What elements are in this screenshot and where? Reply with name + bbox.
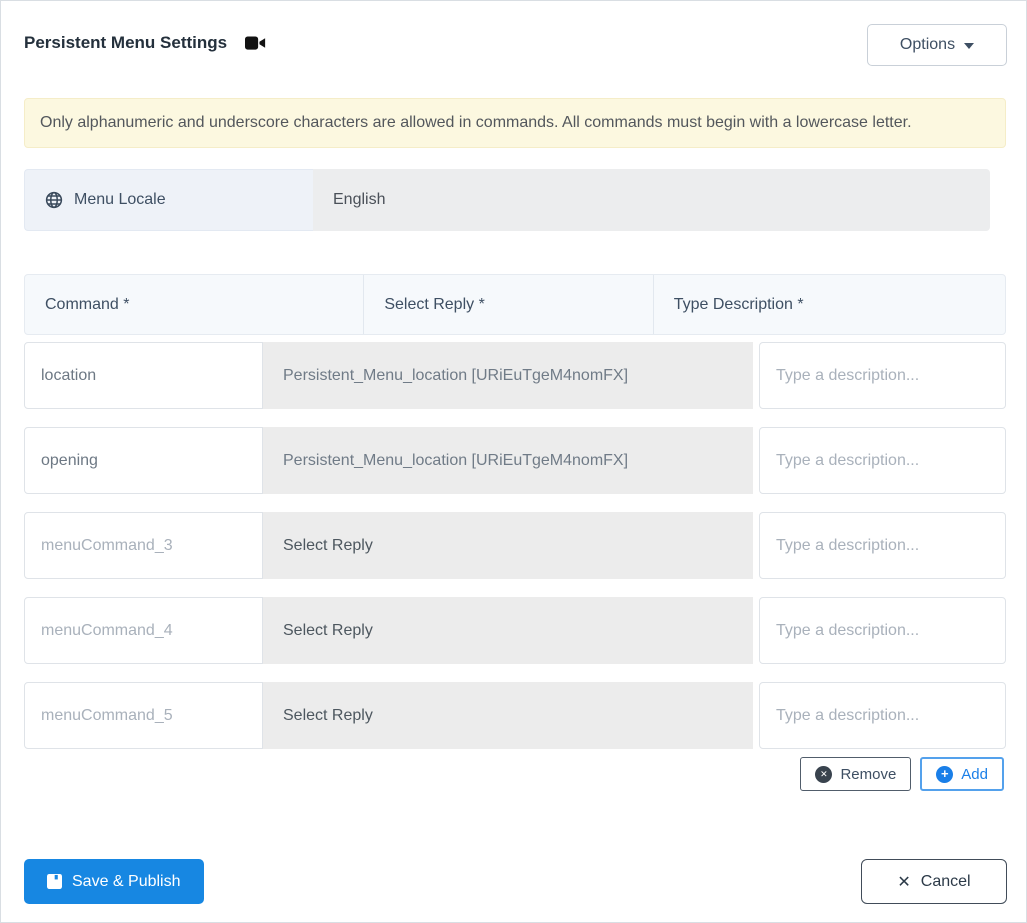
- globe-icon: [45, 191, 63, 209]
- row-actions: ✕ Remove + Add: [1, 757, 1004, 791]
- reply-select[interactable]: Persistent_Menu_location [URiEuTgeM4nomF…: [263, 427, 753, 494]
- reply-select[interactable]: Select Reply: [263, 682, 753, 749]
- command-input[interactable]: [24, 512, 263, 579]
- options-button[interactable]: Options: [867, 24, 1007, 66]
- command-row-2: Persistent_Menu_location [URiEuTgeM4nomF…: [24, 427, 1006, 494]
- description-input[interactable]: [759, 512, 1006, 579]
- reply-select[interactable]: Select Reply: [263, 512, 753, 579]
- page-title: Persistent Menu Settings: [24, 33, 228, 52]
- add-circle-plus-icon: +: [936, 765, 954, 783]
- add-button-label: Add: [961, 765, 988, 783]
- column-header-command: Command *: [45, 295, 130, 313]
- persistent-menu-settings-panel: Persistent Menu Settings Options Only al…: [0, 0, 1027, 923]
- commands-table-body: Persistent_Menu_location [URiEuTgeM4nomF…: [24, 342, 1006, 749]
- menu-locale-row: Menu Locale English: [24, 169, 990, 231]
- reply-select[interactable]: Select Reply: [263, 597, 753, 664]
- commands-warning-banner: Only alphanumeric and underscore charact…: [24, 98, 1006, 148]
- column-header-select-reply: Select Reply *: [363, 275, 652, 334]
- menu-locale-label: Menu Locale: [24, 169, 313, 231]
- menu-locale-label-text: Menu Locale: [74, 191, 166, 208]
- close-x-icon: ✕: [897, 873, 911, 891]
- description-input[interactable]: [759, 682, 1006, 749]
- command-input[interactable]: [24, 682, 263, 749]
- menu-locale-value-text: English: [333, 191, 386, 208]
- command-input[interactable]: [24, 342, 263, 409]
- command-input[interactable]: [24, 427, 263, 494]
- save-publish-button[interactable]: Save & Publish: [24, 859, 204, 904]
- remove-button-label: Remove: [840, 765, 897, 783]
- menu-locale-value[interactable]: English: [313, 169, 990, 231]
- cancel-button-label: Cancel: [920, 872, 971, 890]
- save-button-label: Save & Publish: [72, 872, 181, 890]
- remove-row-button[interactable]: ✕ Remove: [800, 757, 912, 791]
- command-row-4: Select Reply: [24, 597, 1006, 664]
- remove-circle-x-icon: ✕: [815, 765, 833, 783]
- command-row-1: Persistent_Menu_location [URiEuTgeM4nomF…: [24, 342, 1006, 409]
- add-row-button[interactable]: + Add: [920, 757, 1004, 791]
- description-input[interactable]: [759, 342, 1006, 409]
- commands-table-header: Command * Select Reply * Type Descriptio…: [24, 274, 1006, 335]
- caret-down-icon: [964, 43, 975, 49]
- command-row-3: Select Reply: [24, 512, 1006, 579]
- panel-header: Persistent Menu Settings Options: [24, 24, 1007, 68]
- reply-select[interactable]: Persistent_Menu_location [URiEuTgeM4nomF…: [263, 342, 753, 409]
- command-row-5: Select Reply: [24, 682, 1006, 749]
- cancel-button[interactable]: ✕ Cancel: [861, 859, 1007, 904]
- save-icon: [47, 874, 62, 889]
- description-input[interactable]: [759, 597, 1006, 664]
- options-button-label: Options: [899, 36, 956, 53]
- command-input[interactable]: [24, 597, 263, 664]
- panel-footer: Save & Publish ✕ Cancel: [24, 859, 1007, 904]
- warning-text: Only alphanumeric and underscore charact…: [40, 114, 912, 131]
- column-header-type-description: Type Description *: [652, 275, 1005, 334]
- description-input[interactable]: [759, 427, 1006, 494]
- video-camera-icon: [245, 34, 266, 52]
